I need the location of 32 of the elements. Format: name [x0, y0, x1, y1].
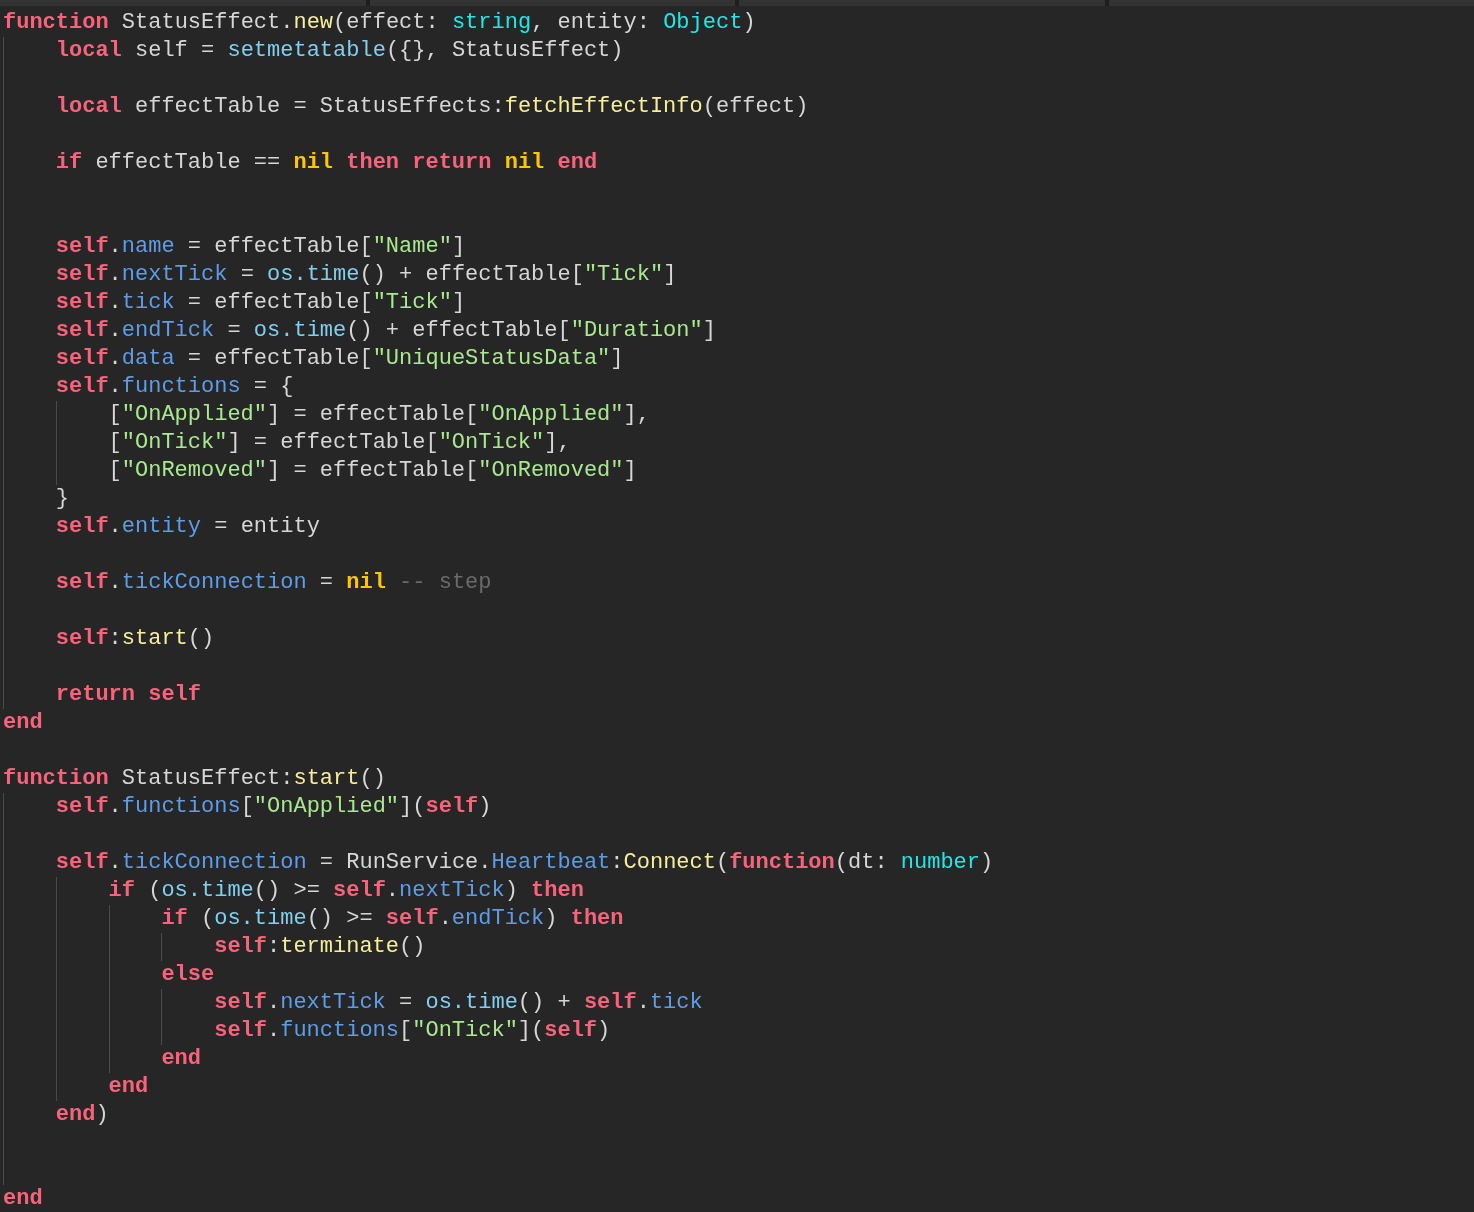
code-line: self.tickConnection = nil -- step: [55, 569, 492, 597]
code-line: return self: [55, 681, 202, 709]
code-line: if (os.time() >= self.nextTick) then: [108, 877, 584, 905]
code-line: end: [3, 1185, 43, 1212]
code-line: local self = setmetatable({}, StatusEffect): [55, 37, 624, 65]
code-line: end: [161, 1045, 201, 1073]
code-line: ["OnRemoved"] = effectTable["OnRemoved"]: [108, 457, 637, 485]
code-line: end: [3, 709, 43, 737]
code-line: ["OnApplied"] = effectTable["OnApplied"],: [108, 401, 650, 429]
code-line: self.nextTick = os.time() + self.tick: [214, 989, 703, 1017]
code-line: if (os.time() >= self.endTick) then: [161, 905, 624, 933]
code-line: end): [55, 1101, 109, 1129]
code-line: self.nextTick = os.time() + effectTable["Tick"]: [55, 261, 677, 289]
code-line: self.functions["OnTick"](self): [214, 1017, 611, 1045]
code-line: self.name = effectTable["Name"]: [55, 233, 466, 261]
code-line: self.data = effectTable["UniqueStatusData"]: [55, 345, 624, 373]
code-line: self.functions = {: [55, 373, 294, 401]
code-line: self.tickConnection = RunService.Heartbeat:Connect(function(dt: number): [55, 849, 994, 877]
code-line: ["OnTick"] = effectTable["OnTick"],: [108, 429, 571, 457]
code-line: function StatusEffect:start(): [3, 765, 386, 793]
code-line: }: [55, 485, 69, 513]
code-line: end: [108, 1073, 149, 1101]
code-line: self:start(): [55, 625, 215, 653]
code-line: self.endTick = os.time() + effectTable["Duration"]: [55, 317, 716, 345]
code-line: self.functions["OnApplied"](self): [55, 793, 492, 821]
code-line: self.tick = effectTable["Tick"]: [55, 289, 466, 317]
code-line: local effectTable = StatusEffects:fetchEffectInfo(effect): [55, 93, 809, 121]
code-line: self:terminate(): [214, 933, 426, 961]
code-line: if effectTable == nil then return nil end: [55, 149, 598, 177]
code-line: else: [161, 961, 215, 989]
code-line: self.entity = entity: [55, 513, 320, 541]
code-line: function StatusEffect.new(effect: string, entity: Object): [3, 9, 756, 37]
